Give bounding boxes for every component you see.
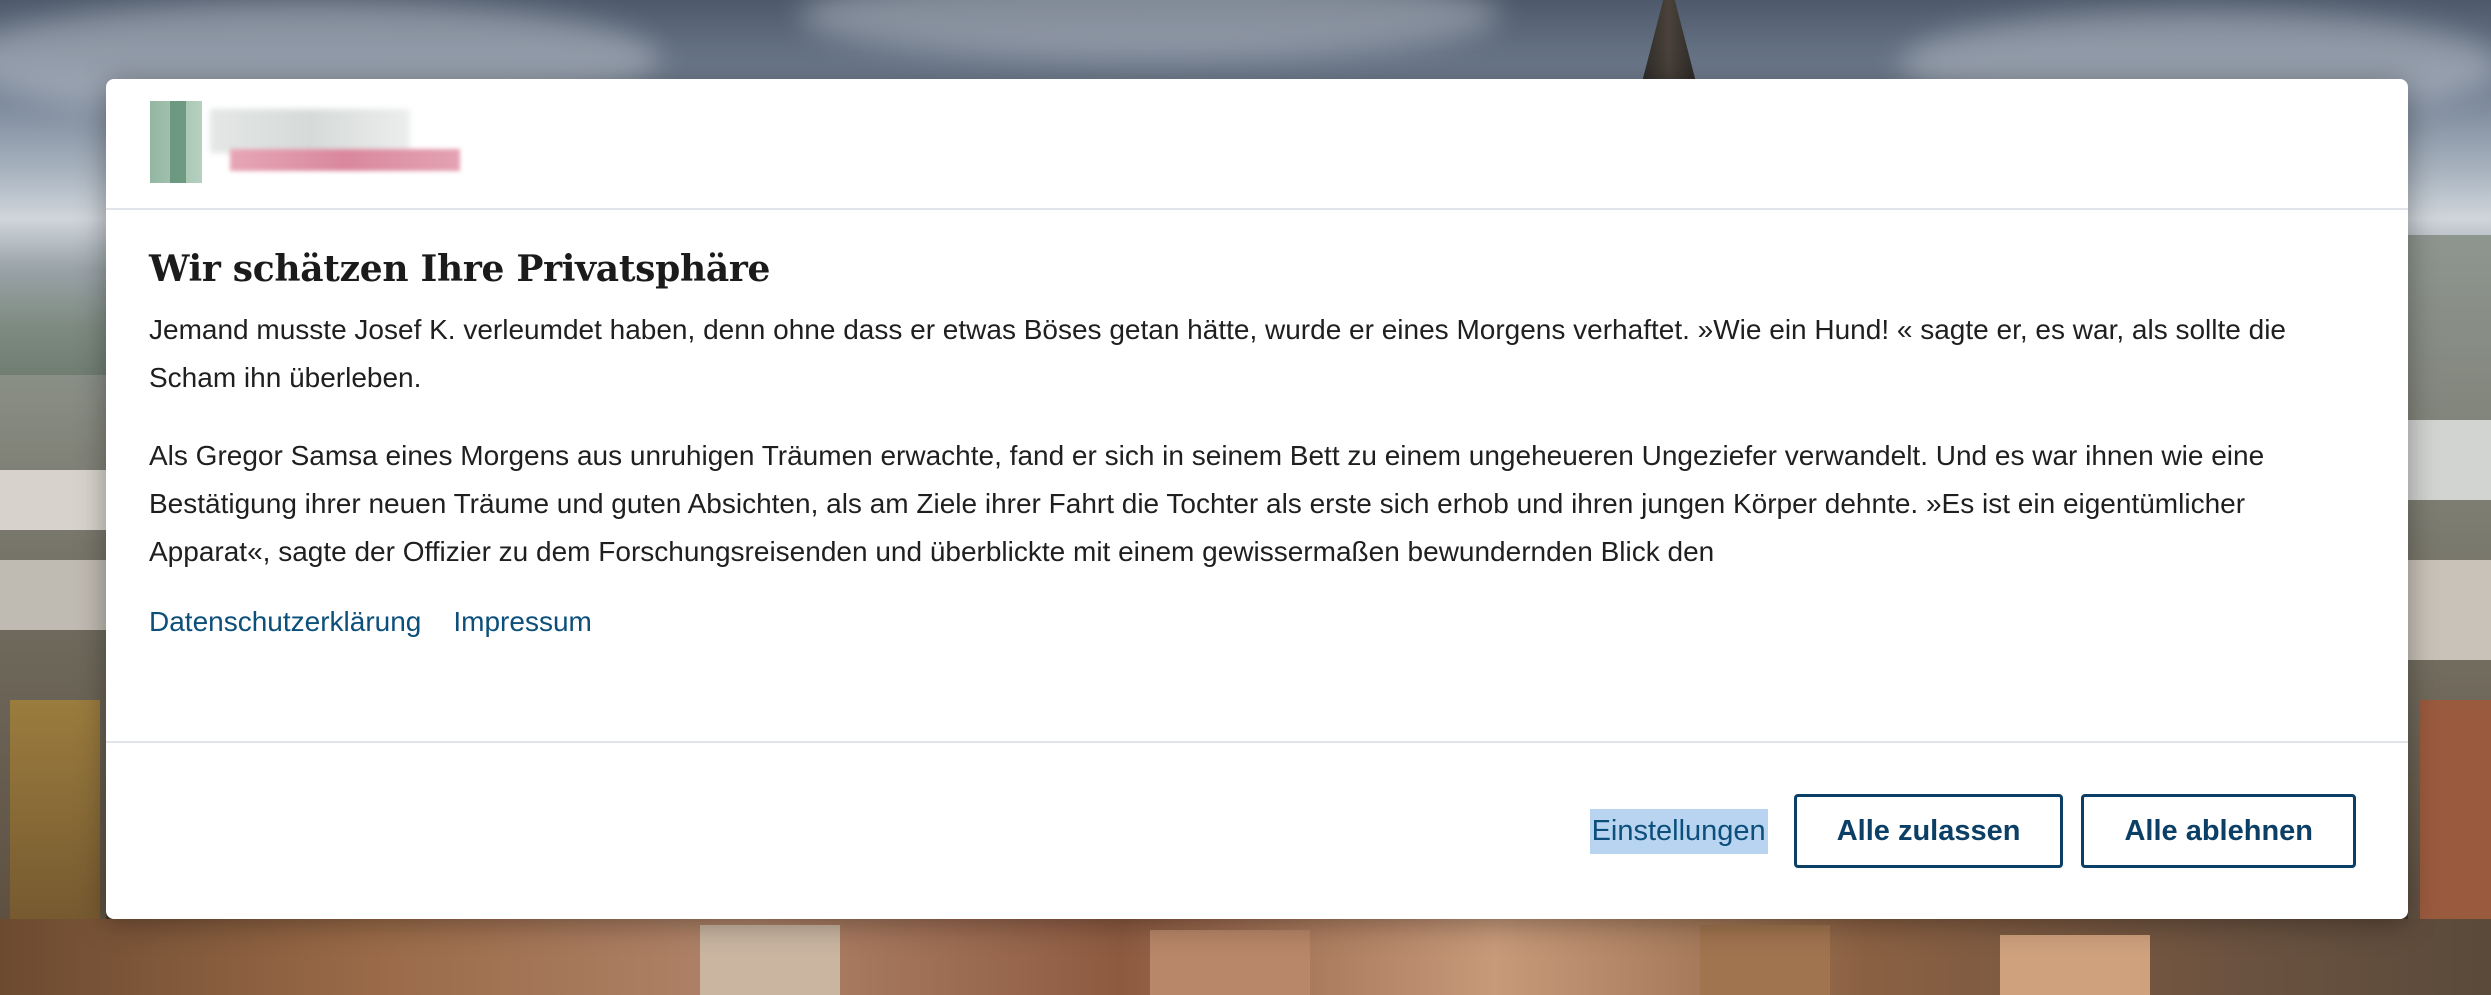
dialog-header [106,79,2408,210]
reject-all-button[interactable]: Alle ablehnen [2081,794,2356,868]
legal-links: Datenschutzerklärung Impressum [149,606,2365,638]
dialog-footer: Einstellungen Alle zulassen Alle ablehne… [106,741,2408,919]
imprint-link[interactable]: Impressum [453,606,591,638]
cookie-consent-dialog: Wir schätzen Ihre Privatsphäre Jemand mu… [106,79,2408,919]
logo [150,101,470,185]
intro-paragraph: Jemand musste Josef K. verleumdet haben,… [149,314,2286,393]
cathedral-spire [1640,0,1698,90]
privacy-policy-link[interactable]: Datenschutzerklärung [149,606,421,638]
detail-paragraph: Als Gregor Samsa eines Morgens aus unruh… [149,440,2265,567]
dialog-title: Wir schätzen Ihre Privatsphäre [149,248,771,290]
dialog-body: Wir schätzen Ihre Privatsphäre Jemand mu… [106,210,2408,638]
accept-all-button[interactable]: Alle zulassen [1793,794,2064,868]
settings-button[interactable]: Einstellungen [1589,808,1768,854]
